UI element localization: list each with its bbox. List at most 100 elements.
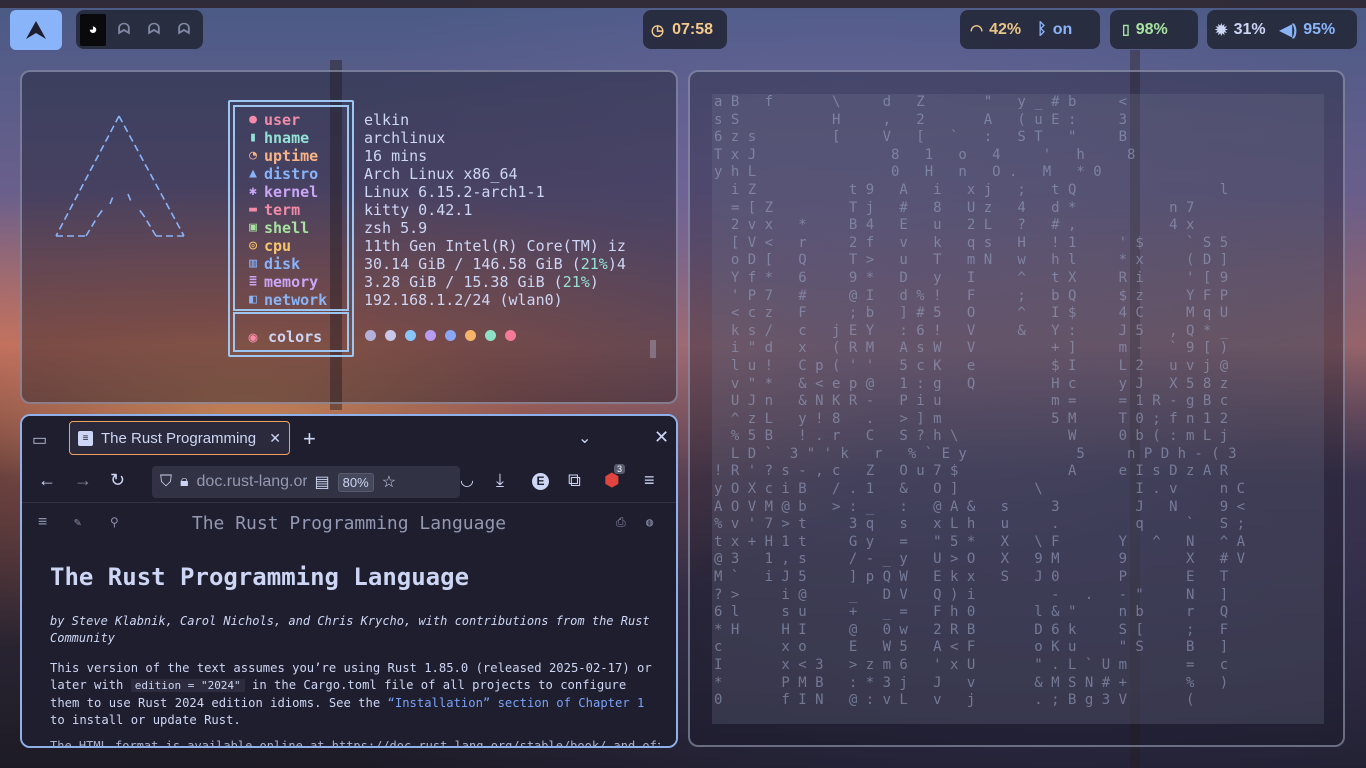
workspace-2-button[interactable]: ᗣ <box>112 14 136 46</box>
fetch-key-label: network <box>264 291 328 309</box>
pocket-icon[interactable]: ◡ <box>460 470 474 490</box>
user-icon: ● <box>249 112 257 127</box>
book-favicon-icon: ≡ <box>78 430 93 446</box>
palette-dot <box>485 330 496 341</box>
matrix-line: v " * & < e p @ 1 : g Q H c y J X 5 8 z <box>714 375 1229 392</box>
url-text[interactable]: doc.rust-lang.org <box>197 473 307 491</box>
fetch-value-text: zsh 5.9 <box>364 219 428 237</box>
ghost-icon: ᗣ <box>147 21 161 38</box>
palette-dot <box>445 330 456 341</box>
shield-icon[interactable]: ⛉ <box>160 473 172 491</box>
lock-icon[interactable]: 🔒︎ <box>180 473 189 491</box>
zoom-level[interactable]: 80% <box>337 472 374 492</box>
matrix-line: * P M B : * 3 j J v & M S N # + % ) <box>714 674 1229 691</box>
fetch-row-distro: ▲ distro Arch Linux x86_64 <box>242 165 626 183</box>
matrix-line: l u ! C p ( ' ' 5 c K e $ I L 2 u v j @ <box>714 357 1229 374</box>
fastfetch-terminal[interactable]: ● user elkin ▮ hname archlinux ◔ uptime 16 mins ▲… <box>20 70 678 404</box>
fetch-value-text: 3.28 GiB / 15.38 GiB ( <box>364 273 563 291</box>
back-icon[interactable]: ← <box>38 470 56 491</box>
fetch-key: ▲ distro <box>242 165 364 183</box>
battery-level: 98% <box>1135 20 1168 38</box>
fetch-value: 3.28 GiB / 15.38 GiB (21%) <box>364 273 599 291</box>
launcher-button[interactable] <box>10 10 62 50</box>
intro-paragraph: This version of the text assumes you’re … <box>50 660 660 730</box>
workspace-3-button[interactable]: ᗣ <box>142 14 166 46</box>
matrix-line: ' P 7 # @ I d % ! F ; b Q $ z Y F P <box>714 287 1229 304</box>
print-icon[interactable]: ⎙ <box>616 515 626 530</box>
reload-icon[interactable]: ↻ <box>110 470 125 491</box>
matrix-line: M ` i J 5 ] p Q W E k x S J 0 P E T <box>714 569 1229 586</box>
fetch-value-text: Arch Linux x86_64 <box>364 165 518 183</box>
matrix-line: k s / c j E Y : 6 ! V & Y : J 5 , Q * _ <box>714 322 1229 339</box>
matrix-line: = [ Z T j # 8 U z 4 d * n 7 <box>714 199 1195 216</box>
matrix-line: I x < 3 > z m 6 ' x U " . L ` U m = c <box>714 657 1229 673</box>
fetch-key-label: user <box>264 111 301 129</box>
matrix-line: @ 3 1 , s / - _ y U > O X 9 M 9 X # V <box>714 551 1246 568</box>
byline: by Steve Klabnik, Carol Nichols, and Chr… <box>50 614 650 645</box>
fetch-row-kernel: ✱ kernel Linux 6.15.2-arch1-1 <box>242 183 626 201</box>
workspace-4-button[interactable]: ᗣ <box>172 14 196 46</box>
fetch-value-tail: ) <box>589 273 599 291</box>
forward-icon[interactable]: → <box>74 470 92 491</box>
colors-row: ◉ colors <box>242 328 322 346</box>
fetch-value-text: kitty 0.42.1 <box>364 201 473 219</box>
extension-e-icon[interactable]: E <box>532 473 549 490</box>
clock-icon: ◷ <box>651 21 665 39</box>
clock-time: 07:58 <box>672 20 714 38</box>
fetch-row-term: ▬ term kitty 0.42.1 <box>242 201 626 219</box>
matrix-line: % 5 B ! . r C S ? h \ W 0 b ( : m L j <box>714 428 1229 445</box>
menu-icon[interactable]: ≡ <box>644 470 655 491</box>
matrix-line: * H H I @ 0 w 2 R B D 6 k S [ ; F <box>714 621 1229 638</box>
fetch-value: 16 mins <box>364 147 427 165</box>
network-widget[interactable]: ◠ 42% ᛒ on <box>960 10 1100 49</box>
colors-label: colors <box>268 328 323 346</box>
fetch-key: ▬ term <box>242 201 364 219</box>
fetch-row-cpu: ◎ cpu 11th Gen Intel(R) Core(TM) iz <box>242 237 626 255</box>
fetch-key-label: distro <box>264 165 319 183</box>
fetch-key-label: term <box>264 201 301 219</box>
new-tab-button[interactable]: + <box>303 426 316 452</box>
workspace-1-button[interactable]: ◕ <box>80 13 106 46</box>
window-close-icon[interactable]: ✕ <box>654 427 669 448</box>
fetch-key: ✱ kernel <box>242 183 364 201</box>
fetch-info-list: ● user elkin ▮ hname archlinux ◔ uptime 16 mins ▲… <box>242 111 626 309</box>
fetch-value: Arch Linux x86_64 <box>364 165 518 183</box>
tab-close-icon[interactable]: ✕ <box>269 430 281 447</box>
tab-rust-book[interactable]: ≡ The Rust Programming Language ✕ <box>69 421 290 455</box>
installation-link[interactable]: “Installation” section of Chapter 1 <box>388 696 645 710</box>
matrix-line: [ V < r 2 f v k q s H ! 1 ' $ ` S 5 <box>714 234 1229 251</box>
url-bar[interactable]: ⛉ 🔒︎ doc.rust-lang.org ▤ 80% ☆ <box>152 466 460 498</box>
page-content[interactable]: ≡ ✎ ⚲ The Rust Programming Language ⎙ ◍ … <box>22 502 676 746</box>
matrix-line: ? > i @ _ D V Q ) i - . - " N ] <box>714 586 1229 603</box>
matrix-line: o D [ Q T > u T m N w h l * x ( D ] <box>714 252 1229 269</box>
bluetooth-icon: ᛒ <box>1037 20 1047 38</box>
extensions-puzzle-icon[interactable]: ⧉ <box>568 470 581 491</box>
bookmark-star-icon[interactable]: ☆ <box>382 472 396 492</box>
clock-widget[interactable]: ◷ 07:58 <box>643 10 727 49</box>
matrix-line: 2 v x * B 4 E u 2 L ? # , 4 x <box>714 217 1195 234</box>
matrix-line: s S H , 2 A ( u E : 3 <box>714 111 1128 128</box>
matrix-line: % v ' 7 > t 3 q s x L h u . q ` S ; <box>714 516 1246 533</box>
volume-level: 95% <box>1303 20 1336 38</box>
matrix-line: < c z F ; b ] # 5 O ^ I $ 4 C M q U <box>714 305 1229 322</box>
tab-list-icon[interactable]: ▭ <box>32 430 47 450</box>
download-icon[interactable]: ⤓ <box>496 470 504 491</box>
ghost-icon: ᗣ <box>177 21 191 38</box>
system-widget[interactable]: ✹ 31% ◀) 95% <box>1207 10 1357 49</box>
color-palette <box>365 330 516 341</box>
palette-dot <box>465 330 476 341</box>
fetch-row-uptime: ◔ uptime 16 mins <box>242 147 626 165</box>
firefox-window[interactable]: ▭ ≡ The Rust Programming Language ✕ + ⌄ … <box>20 414 678 748</box>
battery-widget[interactable]: ▯ 98% <box>1110 10 1198 49</box>
fetch-key: ▣ shell <box>242 219 364 237</box>
chevron-down-icon[interactable]: ⌄ <box>578 428 591 448</box>
fetch-row-network: ◧ network 192.168.1.2/24 (wlan0) <box>242 291 626 309</box>
matrix-line: Y f * 6 9 * D y I ^ t X R i ' [ 9 <box>714 269 1229 286</box>
github-icon[interactable]: ◍ <box>646 515 653 529</box>
arch-logo-icon <box>26 21 46 39</box>
fetch-key: ≣ memory <box>242 273 364 291</box>
matrix-line: i Z t 9 A i x j ; t Q l <box>714 181 1229 198</box>
reader-view-icon[interactable]: ▤ <box>315 472 330 492</box>
matrix-terminal[interactable]: a B f \ d Z " y _ # b < s S H , 2 A ( u E… <box>688 70 1345 747</box>
fetch-row-user: ● user elkin <box>242 111 626 129</box>
